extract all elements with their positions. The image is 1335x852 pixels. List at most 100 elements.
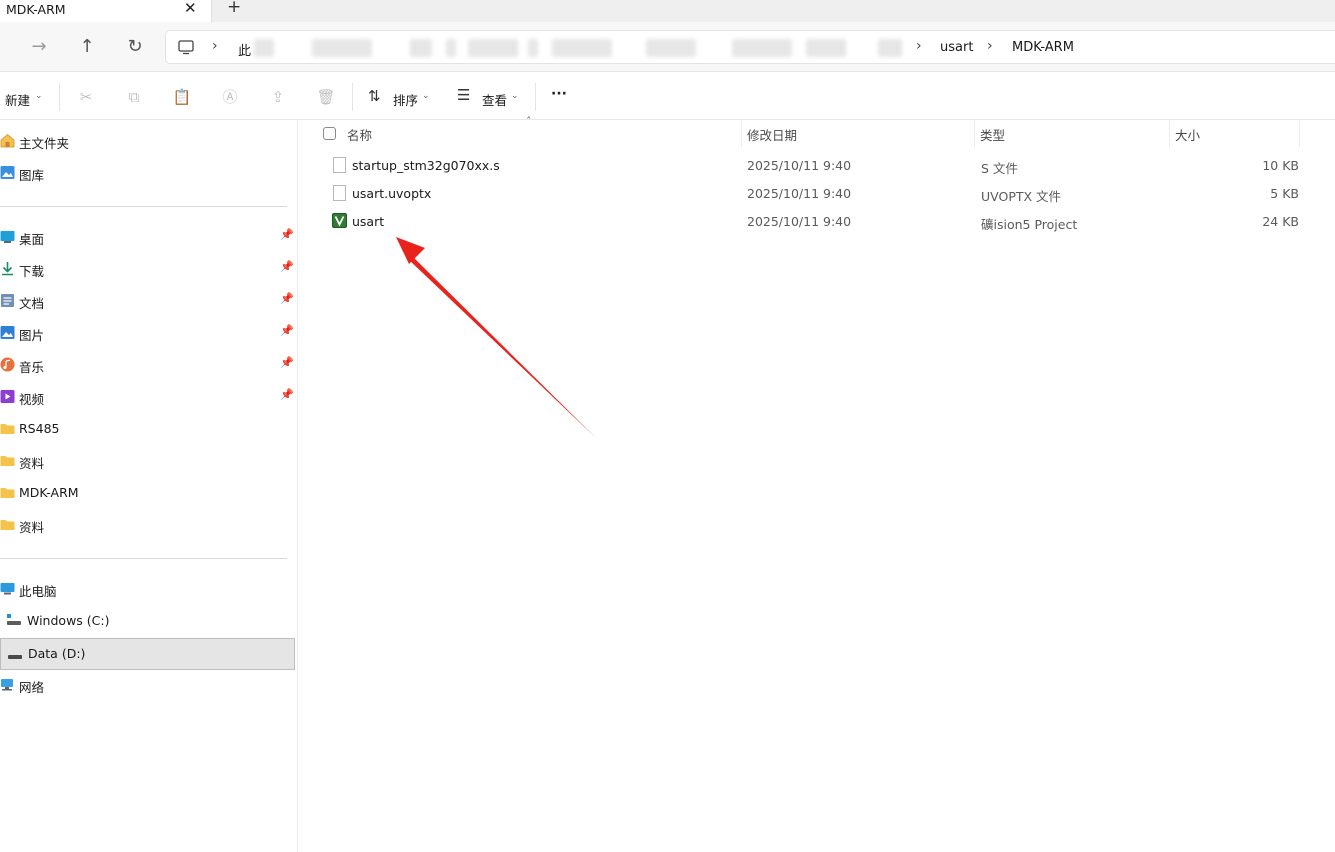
nav-item-gallery[interactable]: 图库 (0, 158, 295, 188)
file-name: usart (352, 214, 385, 229)
nav-label: 下载 (19, 264, 45, 279)
folder-icon (0, 488, 15, 498)
nav-label: MDK-ARM (19, 485, 79, 500)
column-header-date[interactable]: 修改日期 (747, 125, 797, 144)
file-row[interactable]: startup_stm32g070xx.s 2025/10/11 9:40 S … (329, 151, 1299, 179)
nav-item-pictures[interactable]: 图片 📌 (0, 318, 295, 348)
share-icon[interactable]: ⇪ (268, 87, 288, 107)
file-name: startup_stm32g070xx.s (352, 158, 500, 173)
file-icon (333, 185, 346, 201)
sort-ascending-icon: ˆ (526, 115, 532, 128)
file-icon (333, 157, 346, 173)
column-header-name[interactable]: 名称 (347, 125, 372, 144)
nav-label: 图库 (19, 168, 45, 183)
nav-item-network[interactable]: 网络 (0, 670, 295, 700)
refresh-icon[interactable]: ↻ (124, 36, 146, 58)
nav-label: 音乐 (19, 360, 45, 375)
breadcrumb-usart[interactable]: usart (940, 40, 973, 55)
pin-icon[interactable]: 📌 (280, 324, 294, 337)
file-type: 礦ision5 Project (981, 217, 1078, 232)
copy-icon[interactable]: ⧉ (124, 87, 144, 107)
nav-item-videos[interactable]: 视频 📌 (0, 382, 295, 412)
nav-item-drive-d[interactable]: Data (D:) (0, 638, 295, 670)
sort-icon[interactable]: ⇅ (368, 87, 381, 105)
file-size: 24 KB (1262, 214, 1299, 229)
breadcrumb-chevron-icon: › (212, 38, 218, 54)
cut-icon[interactable]: ✂ (76, 87, 96, 107)
nav-label: 图片 (19, 328, 45, 343)
column-header-type[interactable]: 类型 (980, 125, 1005, 144)
documents-icon (1, 294, 14, 307)
pin-icon[interactable]: 📌 (280, 228, 294, 241)
nav-item-drive-c[interactable]: Windows (C:) (0, 606, 295, 636)
nav-label: 网络 (19, 680, 45, 695)
pin-icon[interactable]: 📌 (280, 356, 294, 369)
desktop-icon (0, 231, 15, 243)
forward-icon[interactable]: → (28, 36, 50, 58)
music-icon (0, 357, 15, 372)
new-tab-icon[interactable]: + (227, 0, 241, 17)
nav-item-documents[interactable]: 文档 📌 (0, 286, 295, 316)
file-date: 2025/10/11 9:40 (747, 186, 852, 201)
pin-icon[interactable]: 📌 (280, 388, 294, 401)
file-list: 名称 ˆ 修改日期 类型 大小 startup_stm32g070xx.s 20… (299, 115, 1335, 852)
file-type: S 文件 (981, 161, 1018, 176)
file-row[interactable]: usart.uvoptx 2025/10/11 9:40 UVOPTX 文件 5… (329, 179, 1299, 207)
pin-icon[interactable]: 📌 (280, 292, 294, 305)
chevron-down-icon: ⌄ (511, 91, 519, 101)
pin-icon[interactable]: 📌 (280, 260, 294, 273)
file-date: 2025/10/11 9:40 (747, 214, 852, 229)
up-icon[interactable]: ↑ (76, 36, 98, 58)
nav-label: 资料 (19, 520, 45, 535)
nav-item-this-pc[interactable]: 此电脑 (0, 574, 295, 604)
tab-bar: MDK-ARM ✕ + (0, 0, 1335, 24)
nav-label: 文档 (19, 296, 45, 311)
delete-icon[interactable]: 🗑 (316, 87, 336, 107)
breadcrumb-chevron-icon: › (916, 38, 922, 54)
view-button[interactable]: 查看 (482, 90, 507, 109)
folder-icon (0, 520, 15, 530)
tab-mdk-arm[interactable]: MDK-ARM ✕ (0, 0, 212, 24)
file-type: UVOPTX 文件 (981, 189, 1062, 204)
view-icon[interactable]: ☰ (457, 86, 470, 104)
sort-button[interactable]: 排序 (393, 90, 418, 109)
divider (0, 206, 287, 207)
nav-item-folder[interactable]: 资料 (0, 446, 295, 476)
nav-item-folder[interactable]: RS485 (0, 414, 295, 444)
rename-icon[interactable]: Ⓐ (220, 87, 240, 107)
breadcrumb-root[interactable]: 此 (238, 40, 251, 59)
chevron-down-icon: ⌄ (35, 91, 43, 101)
navigation-pane: 主文件夹 图库 桌面 📌 下载 📌 文档 📌 图片 📌 音乐 📌 视频 📌 RS… (0, 121, 298, 852)
nav-item-folder[interactable]: 资料 (0, 510, 295, 540)
nav-item-folder[interactable]: MDK-ARM (0, 478, 295, 508)
chevron-down-icon: ⌄ (422, 91, 430, 101)
nav-label: 此电脑 (19, 584, 57, 599)
tab-title: MDK-ARM (6, 2, 66, 17)
address-bar[interactable]: › 此 › usart › MDK-ARM (165, 30, 1335, 64)
windows-drive-icon (7, 614, 21, 625)
breadcrumb-mdk-arm[interactable]: MDK-ARM (1012, 40, 1074, 55)
select-all-checkbox[interactable] (323, 127, 336, 140)
file-name: usart.uvoptx (352, 186, 432, 201)
column-header-size[interactable]: 大小 (1175, 125, 1200, 144)
address-row: → ↑ ↻ › 此 › usart › MDK-ARM (0, 22, 1335, 72)
this-pc-icon (0, 583, 15, 595)
nav-label: 桌面 (19, 232, 45, 247)
nav-item-music[interactable]: 音乐 📌 (0, 350, 295, 380)
paste-icon[interactable]: 📋 (172, 87, 192, 107)
nav-item-home[interactable]: 主文件夹 (0, 126, 295, 156)
nav-item-desktop[interactable]: 桌面 📌 (0, 222, 295, 252)
file-row[interactable]: usart 2025/10/11 9:40 礦ision5 Project 24… (329, 207, 1299, 235)
close-tab-icon[interactable]: ✕ (184, 0, 197, 17)
file-size: 5 KB (1270, 186, 1299, 201)
more-options-button[interactable]: ··· (551, 86, 567, 102)
folder-icon (0, 424, 15, 434)
nav-label: Windows (C:) (27, 613, 110, 628)
home-icon (0, 133, 15, 148)
new-button[interactable]: 新建 (5, 90, 30, 109)
nav-label: 视频 (19, 392, 45, 407)
nav-item-downloads[interactable]: 下载 📌 (0, 254, 295, 284)
drive-icon (8, 655, 22, 659)
file-size: 10 KB (1262, 158, 1299, 173)
folder-icon (0, 456, 15, 466)
